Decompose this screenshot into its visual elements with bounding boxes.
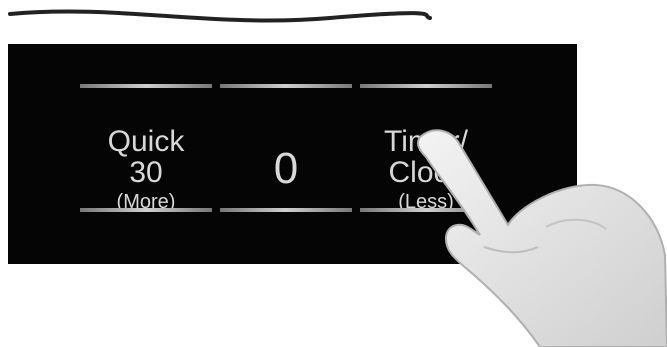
cutoff-panel-text — [8, 44, 577, 63]
quick-30-more-button[interactable]: Quick 30 (More) — [80, 84, 212, 254]
display-button[interactable]: 0 — [220, 84, 352, 254]
display-value: 0 — [273, 144, 299, 193]
pointing-hand-icon — [417, 129, 667, 347]
quick-30-label: Quick 30 (More) — [107, 124, 185, 213]
